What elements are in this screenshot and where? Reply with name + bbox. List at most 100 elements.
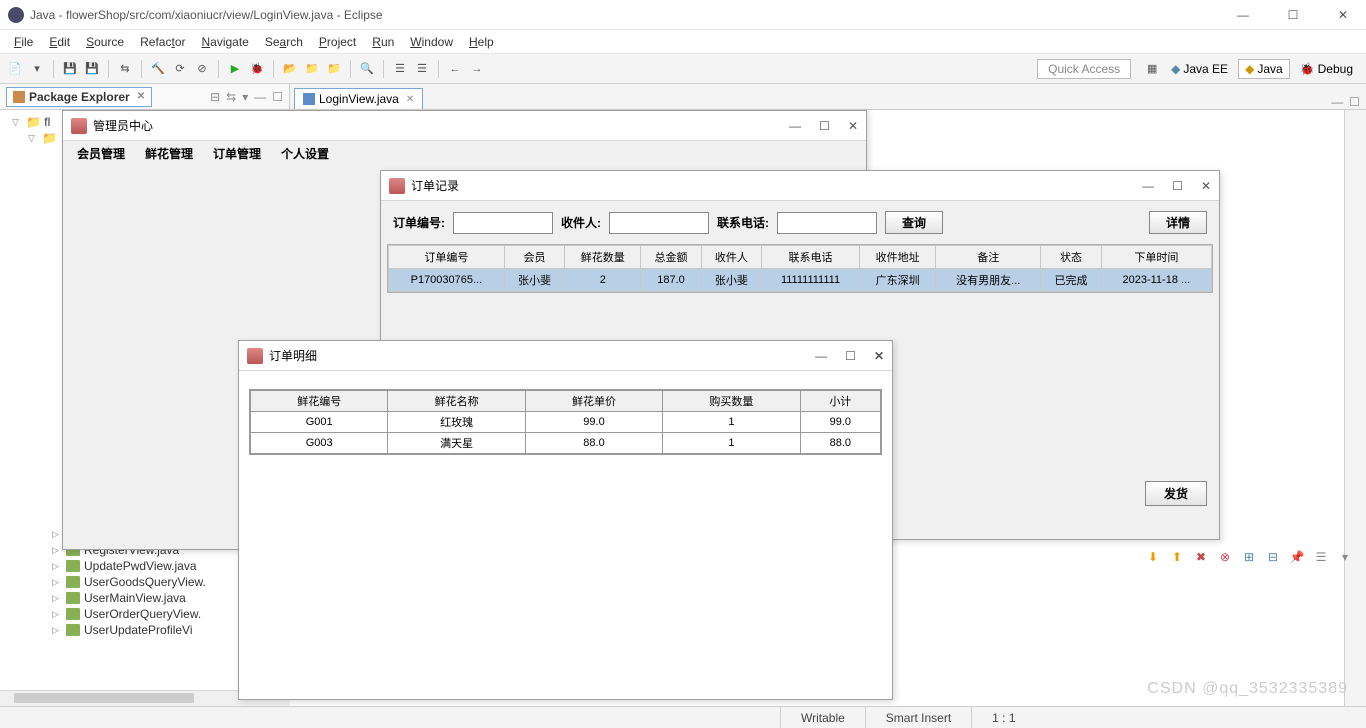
search-icon[interactable]: 🔍 (358, 60, 376, 78)
folder2-icon[interactable]: 📁 (325, 60, 343, 78)
recipient-label: 收件人: (561, 214, 601, 231)
search-button[interactable]: 查询 (885, 211, 943, 234)
perspective-debug[interactable]: 🐞Debug (1293, 59, 1360, 79)
menu-refactor[interactable]: Refactor (132, 33, 193, 51)
open-perspective-icon[interactable]: ▦ (1143, 60, 1161, 78)
menu-search[interactable]: Search (257, 33, 311, 51)
menu-window[interactable]: Window (402, 33, 461, 51)
task2-icon[interactable]: ☰ (413, 60, 431, 78)
save-icon[interactable]: 💾 (61, 60, 79, 78)
order-table[interactable]: 订单编号会员鲜花数量总金额收件人联系电话收件地址备注状态下单时间 P170030… (387, 244, 1213, 293)
min-icon[interactable]: ― (254, 90, 266, 104)
build-icon[interactable]: 🔨 (149, 60, 167, 78)
editor-tab-loginview[interactable]: LoginView.java ✕ (294, 88, 423, 109)
detail-table[interactable]: 鲜花编号鲜花名称鲜花单价购买数量小计 G001红玫瑰99.0199.0 G003… (249, 389, 882, 455)
close-button[interactable]: ✕ (874, 349, 884, 363)
folder-icon[interactable]: 📁 (303, 60, 321, 78)
maximize-button[interactable]: ☐ (1278, 8, 1308, 22)
new-icon[interactable]: 📄 (6, 60, 24, 78)
recipient-input[interactable] (609, 212, 709, 234)
maximize-button[interactable]: ☐ (845, 349, 856, 363)
run-icon[interactable]: ▶ (226, 60, 244, 78)
switch-icon[interactable]: ⇆ (116, 60, 134, 78)
back-icon[interactable]: ← (446, 60, 464, 78)
menu-flower[interactable]: 鲜花管理 (135, 143, 203, 164)
max-icon[interactable]: ☐ (1349, 95, 1360, 109)
menu-help[interactable]: Help (461, 33, 502, 51)
perspective-java[interactable]: ◆Java (1238, 59, 1290, 79)
menu-project[interactable]: Project (311, 33, 364, 51)
tree-file[interactable]: UserMainView.java (84, 591, 186, 605)
close-button[interactable]: ✕ (1201, 179, 1211, 193)
window-controls: ― ☐ ✕ (1228, 8, 1358, 22)
menu-navigate[interactable]: Navigate (193, 33, 256, 51)
link-icon[interactable]: ⇆ (226, 90, 236, 104)
overview-ruler[interactable] (1344, 110, 1366, 706)
quick-access[interactable]: Quick Access (1037, 59, 1131, 79)
task-icon[interactable]: ☰ (391, 60, 409, 78)
watermark: CSDN @qq_3532335389 (1147, 680, 1348, 698)
menu-run[interactable]: Run (364, 33, 402, 51)
ship-button[interactable]: 发货 (1145, 481, 1207, 506)
minimize-button[interactable]: ― (1142, 179, 1154, 193)
java-app-icon (247, 348, 263, 364)
minimize-button[interactable]: ― (789, 119, 801, 133)
status-insert: Smart Insert (865, 707, 971, 728)
secondary-toolbar: ⬇ ⬆ ✖ ⊗ ⊞ ⊟ 📌 ☰ ▾ (1144, 550, 1354, 566)
pin-icon[interactable]: 📌 (1288, 550, 1306, 566)
menu-icon[interactable]: ▾ (242, 90, 248, 104)
minimize-button[interactable]: ― (1228, 8, 1258, 22)
admin-dialog-titlebar[interactable]: 管理员中心 ― ☐ ✕ (63, 111, 866, 141)
order-no-input[interactable] (453, 212, 553, 234)
perspective-java-ee[interactable]: ◆Java EE (1164, 59, 1235, 79)
saveall-icon[interactable]: 💾 (83, 60, 101, 78)
tree-file[interactable]: UserGoodsQueryView. (84, 575, 206, 589)
stop-icon[interactable]: ⊘ (193, 60, 211, 78)
menu-source[interactable]: Source (78, 33, 132, 51)
menu-file[interactable]: File (6, 33, 41, 51)
table-row[interactable]: G003满天星88.0188.0 (251, 433, 881, 454)
close-button[interactable]: ✕ (1328, 8, 1358, 22)
expand-icon[interactable]: ⊞ (1240, 550, 1258, 566)
maximize-button[interactable]: ☐ (819, 119, 830, 133)
table-row[interactable]: G001红玫瑰99.0199.0 (251, 412, 881, 433)
package-explorer-tab[interactable]: Package Explorer ✕ (6, 87, 152, 107)
maximize-button[interactable]: ☐ (1172, 179, 1183, 193)
up-icon[interactable]: ⬆ (1168, 550, 1186, 566)
detail-button[interactable]: 详情 (1149, 211, 1207, 234)
menu-edit[interactable]: Edit (41, 33, 78, 51)
close-icon[interactable]: ✕ (137, 91, 145, 102)
perspective-switcher: ▦ ◆Java EE ◆Java 🐞Debug (1143, 59, 1360, 79)
detail-dialog-title: 订单明细 (269, 347, 317, 364)
detail-dialog-titlebar[interactable]: 订单明细 ― ☐ ✕ (239, 341, 892, 371)
menu-member[interactable]: 会员管理 (67, 143, 135, 164)
more-icon[interactable]: ▾ (1336, 550, 1354, 566)
package-icon (13, 91, 25, 103)
menu-settings[interactable]: 个人设置 (271, 143, 339, 164)
tree-file[interactable]: UserUpdateProfileVi (84, 623, 193, 637)
collapse-icon[interactable]: ⊟ (210, 90, 220, 104)
remove-icon[interactable]: ✖ (1192, 550, 1210, 566)
down-icon[interactable]: ⬇ (1144, 550, 1162, 566)
phone-label: 联系电话: (717, 214, 769, 231)
menu-order[interactable]: 订单管理 (203, 143, 271, 164)
phone-input[interactable] (777, 212, 877, 234)
minimize-button[interactable]: ― (815, 349, 827, 363)
debug-icon[interactable]: 🐞 (248, 60, 266, 78)
refresh-icon[interactable]: ⟳ (171, 60, 189, 78)
open-icon[interactable]: 📂 (281, 60, 299, 78)
tree-file[interactable]: UpdatePwdView.java (84, 559, 197, 573)
collapse-icon[interactable]: ⊟ (1264, 550, 1282, 566)
min-icon[interactable]: ― (1331, 95, 1343, 109)
order-dialog-titlebar[interactable]: 订单记录 ― ☐ ✕ (381, 171, 1219, 201)
table-header-row: 订单编号会员鲜花数量总金额收件人联系电话收件地址备注状态下单时间 (389, 246, 1212, 269)
close-button[interactable]: ✕ (848, 119, 858, 133)
removeall-icon[interactable]: ⊗ (1216, 550, 1234, 566)
forward-icon[interactable]: → (468, 60, 486, 78)
close-icon[interactable]: ✕ (406, 94, 414, 105)
filter-icon[interactable]: ☰ (1312, 550, 1330, 566)
max-icon[interactable]: ☐ (272, 90, 283, 104)
tree-file[interactable]: UserOrderQueryView. (84, 607, 201, 621)
new-dropdown-icon[interactable]: ▾ (28, 60, 46, 78)
table-row[interactable]: P170030765...张小斐2187.0张小斐11111111111广东深圳… (389, 269, 1212, 292)
